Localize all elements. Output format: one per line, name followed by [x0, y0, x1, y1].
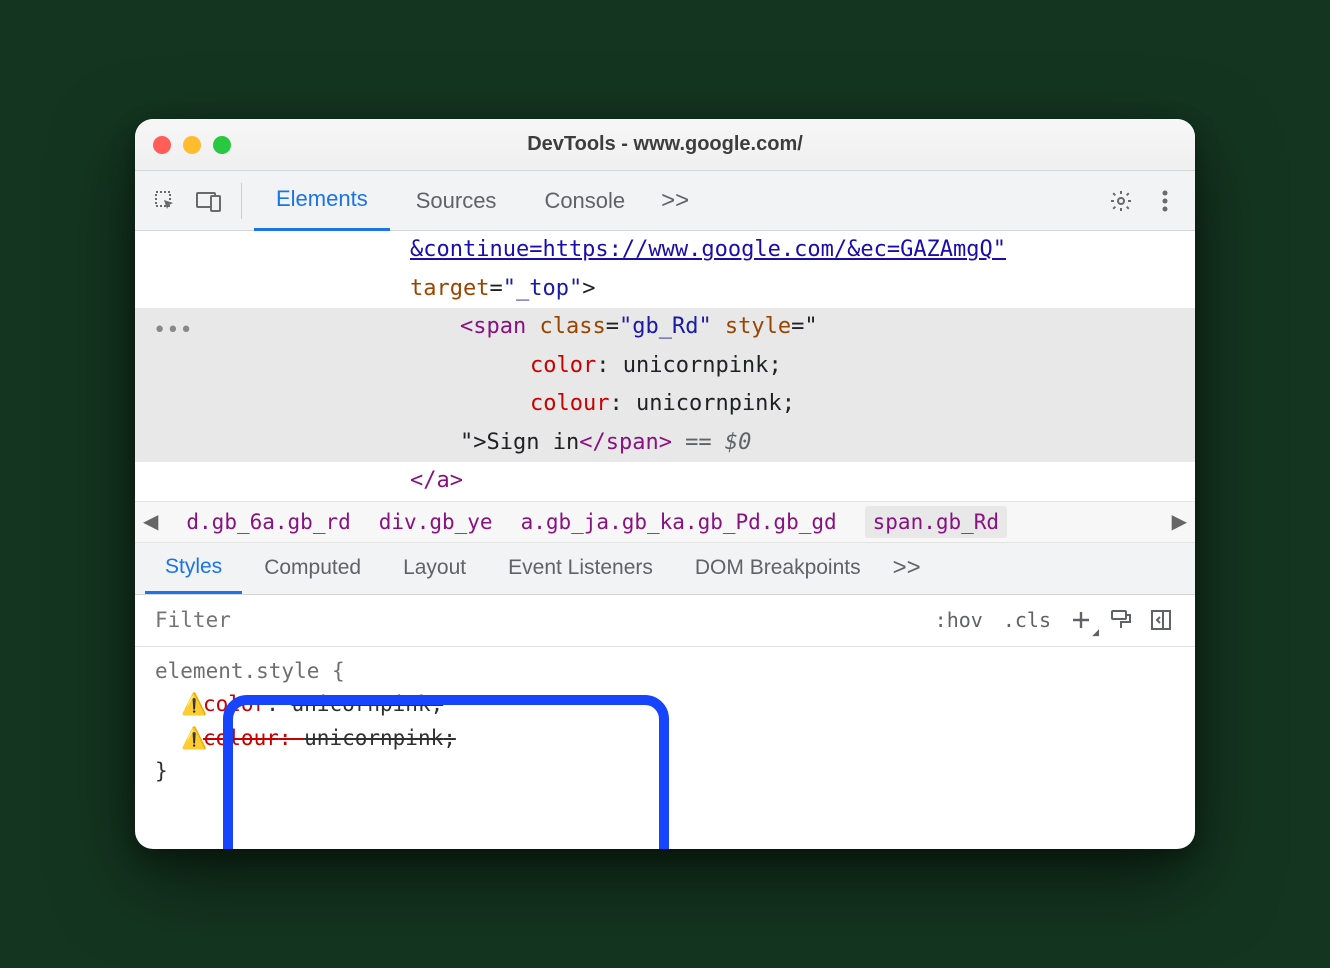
crumb-item[interactable]: d.gb_6a.gb_rd — [186, 510, 350, 534]
rule-close-brace: } — [155, 755, 1175, 789]
traffic-lights — [153, 136, 231, 154]
inspect-icon[interactable] — [145, 181, 185, 221]
styles-filter-input[interactable] — [155, 608, 925, 632]
subtab-dom-breakpoints[interactable]: DOM Breakpoints — [675, 542, 881, 594]
zoom-window-button[interactable] — [213, 136, 231, 154]
tab-console[interactable]: Console — [522, 171, 647, 231]
styles-pane[interactable]: element.style { ⚠️ color: unicornpink; ⚠… — [135, 647, 1195, 850]
subtab-layout[interactable]: Layout — [383, 542, 486, 594]
ellipsis-icon[interactable]: ••• — [153, 312, 193, 351]
css-declaration[interactable]: ⚠️ color: unicornpink; — [155, 688, 1175, 722]
devtools-window: DevTools - www.google.com/ Elements Sour… — [135, 119, 1195, 849]
crumb-item-active[interactable]: span.gb_Rd — [865, 506, 1007, 538]
css-property-value[interactable]: unicornpink; — [292, 688, 444, 722]
crumb-item[interactable]: div.gb_ye — [379, 510, 493, 534]
hov-toggle[interactable]: :hov — [925, 604, 993, 636]
computed-toggle-icon[interactable] — [1141, 600, 1181, 640]
crumb-scroll-left-icon[interactable]: ◀ — [143, 509, 158, 534]
css-property-name[interactable]: colour: — [203, 722, 304, 756]
subtab-computed[interactable]: Computed — [244, 542, 381, 594]
dom-line[interactable]: &continue=https://www.google.com/&ec=GAZ… — [135, 231, 1195, 270]
warning-icon: ⚠️ — [181, 722, 203, 756]
more-tabs-icon[interactable]: >> — [651, 187, 699, 215]
crumb-scroll-right-icon[interactable]: ▶ — [1172, 509, 1187, 534]
tab-sources[interactable]: Sources — [394, 171, 519, 231]
close-window-button[interactable] — [153, 136, 171, 154]
separator — [241, 183, 242, 219]
new-style-rule-icon[interactable] — [1061, 600, 1101, 640]
css-property-value[interactable]: unicornpink; — [304, 722, 456, 756]
url-text: &continue=https://www.google.com/&ec=GAZ… — [410, 237, 1006, 262]
dom-line[interactable]: target="_top"> — [135, 270, 1195, 309]
subtab-styles[interactable]: Styles — [145, 542, 242, 594]
css-property-name[interactable]: color — [203, 688, 266, 722]
paint-format-icon[interactable] — [1101, 600, 1141, 640]
dom-selected-node[interactable]: ••• <span class="gb_Rd" style=" color: u… — [135, 308, 1195, 462]
tab-elements[interactable]: Elements — [254, 171, 390, 231]
dom-tree[interactable]: &continue=https://www.google.com/&ec=GAZ… — [135, 231, 1195, 501]
cls-toggle[interactable]: .cls — [993, 604, 1061, 636]
rule-selector[interactable]: element.style { — [155, 655, 1175, 689]
crumb-item[interactable]: a.gb_ja.gb_ka.gb_Pd.gb_gd — [521, 510, 837, 534]
dom-line[interactable]: </a> — [135, 462, 1195, 501]
styles-subtabs-bar: Styles Computed Layout Event Listeners D… — [135, 543, 1195, 595]
titlebar: DevTools - www.google.com/ — [135, 119, 1195, 171]
subtab-event-listeners[interactable]: Event Listeners — [488, 542, 673, 594]
css-declaration[interactable]: ⚠️ colour: unicornpink; — [155, 722, 1175, 756]
warning-icon: ⚠️ — [181, 688, 203, 722]
styles-filter-row: :hov .cls — [135, 595, 1195, 647]
kebab-menu-icon[interactable] — [1145, 181, 1185, 221]
breadcrumb: ◀ d.gb_6a.gb_rd div.gb_ye a.gb_ja.gb_ka.… — [135, 501, 1195, 543]
device-toolbar-icon[interactable] — [189, 181, 229, 221]
window-title: DevTools - www.google.com/ — [135, 133, 1195, 156]
more-subtabs-icon[interactable]: >> — [883, 554, 931, 582]
settings-icon[interactable] — [1101, 181, 1141, 221]
main-tabs-bar: Elements Sources Console >> — [135, 171, 1195, 231]
minimize-window-button[interactable] — [183, 136, 201, 154]
